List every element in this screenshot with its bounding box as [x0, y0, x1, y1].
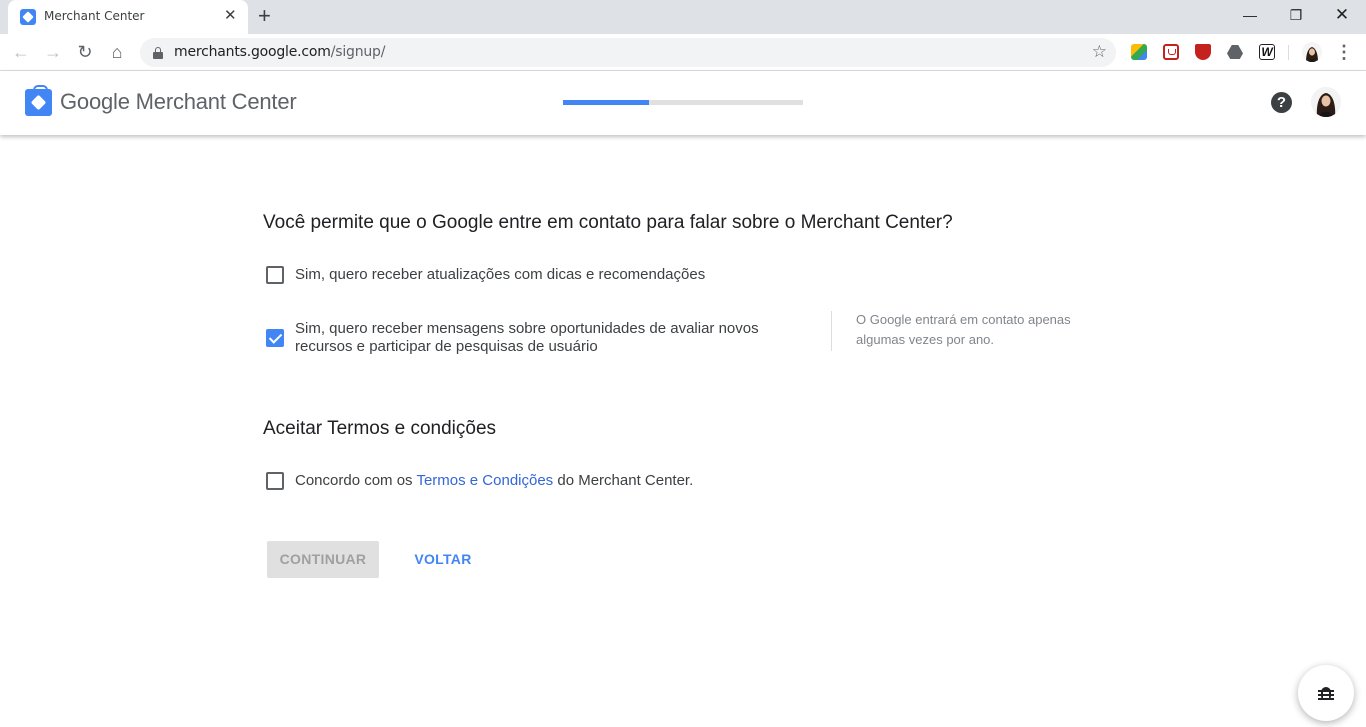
tab-close-icon[interactable]: ✕ [224, 7, 237, 25]
bookmark-star-icon[interactable]: ☆ [1092, 42, 1107, 62]
merchant-center-favicon-icon [20, 9, 36, 25]
extension-pocket-icon[interactable] [1163, 44, 1179, 60]
window-close-button[interactable]: ✕ [1319, 4, 1365, 28]
feedback-button[interactable] [1298, 665, 1354, 721]
accept-terms-prefix: Concordo com os [295, 472, 417, 489]
app-logo-text: Google Merchant Center [60, 89, 297, 114]
browser-tab[interactable]: Merchant Center ✕ [8, 0, 248, 34]
contact-heading: Você permite que o Google entre em conta… [263, 212, 953, 233]
account-avatar[interactable] [1311, 87, 1341, 117]
signup-progress-fill [563, 100, 650, 105]
new-tab-button[interactable]: + [258, 4, 271, 28]
checkbox-tips-updates[interactable] [266, 266, 284, 284]
back-arrow-icon[interactable]: ← [9, 41, 33, 63]
checkbox-research-messages[interactable] [266, 329, 284, 347]
accept-terms-label: Concordo com os Termos e Condições do Me… [295, 472, 815, 490]
toolbar-divider [1288, 45, 1289, 60]
accept-terms-suffix: do Merchant Center. [553, 472, 694, 489]
side-note-divider [831, 311, 832, 351]
restore-button[interactable]: ❐ [1273, 4, 1319, 28]
browser-tabstrip: Merchant Center ✕ + — ❐ ✕ [0, 0, 1366, 34]
browser-profile-avatar[interactable] [1302, 42, 1322, 62]
lock-icon[interactable] [153, 47, 163, 59]
terms-heading: Aceitar Termos e condições [263, 418, 497, 439]
contact-frequency-note: O Google entrará em contato apenas algum… [856, 312, 1071, 347]
option-research-messages-label: Sim, quero receber mensagens sobre oport… [295, 320, 759, 355]
url-host: merchants.google.com [174, 44, 331, 60]
back-button[interactable]: VOLTAR [404, 541, 482, 578]
app-header: Google Merchant Center ? [0, 71, 1366, 135]
bug-report-icon [1318, 684, 1334, 702]
option-tips-updates-label: Sim, quero receber atualizações com dica… [295, 266, 706, 283]
extension-shield-icon[interactable] [1195, 44, 1211, 60]
url-path: /signup/ [330, 44, 386, 60]
browser-toolbar: ← → ↻ ⌂ merchants.google.com/signup/ ☆ W… [0, 34, 1366, 71]
extension-photos-icon[interactable] [1131, 44, 1147, 60]
signup-progress-bar [563, 100, 803, 105]
help-icon[interactable]: ? [1271, 92, 1292, 113]
url-text[interactable]: merchants.google.com/signup/ [174, 44, 385, 60]
merchant-center-logo-icon [25, 85, 52, 116]
extension-w-icon[interactable]: W [1259, 44, 1275, 60]
continue-button[interactable]: CONTINUAR [267, 541, 379, 578]
forward-arrow-icon[interactable]: → [41, 41, 65, 63]
minimize-button[interactable]: — [1227, 4, 1273, 28]
browser-menu-icon[interactable]: ⋮ [1334, 41, 1354, 63]
extension-drive-icon[interactable] [1227, 45, 1243, 59]
address-bar[interactable]: merchants.google.com/signup/ ☆ [140, 38, 1116, 67]
home-icon[interactable]: ⌂ [105, 41, 129, 63]
reload-icon[interactable]: ↻ [73, 41, 97, 63]
checkbox-accept-terms[interactable] [266, 472, 284, 490]
tab-title: Merchant Center [44, 9, 145, 23]
terms-link[interactable]: Termos e Condições [416, 472, 553, 489]
